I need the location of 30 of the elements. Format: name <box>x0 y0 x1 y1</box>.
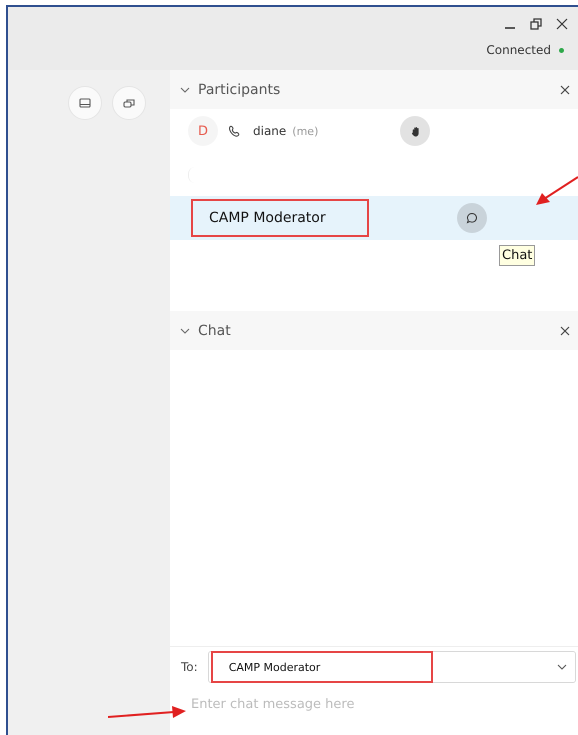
chat-icon <box>466 212 478 224</box>
to-label: To: <box>181 660 198 674</box>
screen-icon <box>79 97 91 109</box>
chat-button[interactable] <box>457 203 487 233</box>
avatar: D <box>188 116 218 146</box>
hand-icon <box>410 126 421 136</box>
close-icon[interactable] <box>560 84 570 94</box>
close-icon[interactable] <box>560 326 570 336</box>
chevron-icon <box>180 86 190 92</box>
phone-icon <box>228 124 241 138</box>
participant-name: diane <box>253 124 286 138</box>
participant-name: CAMP Moderator <box>191 199 369 237</box>
arrow-drawing <box>534 175 578 207</box>
windows-button[interactable] <box>112 86 146 120</box>
message-input[interactable]: Enter chat message here <box>181 683 578 712</box>
layout-button[interactable] <box>68 86 102 120</box>
connection-status: Connected <box>486 43 551 57</box>
panel-title: Participants <box>198 82 282 98</box>
chevron-icon <box>180 328 190 334</box>
windows-icon <box>123 97 135 109</box>
caret-icon <box>557 664 567 670</box>
panel-header[interactable]: Participants <box>170 70 578 109</box>
panel-header[interactable]: Chat <box>170 311 578 350</box>
tooltip: Chat <box>499 245 536 266</box>
close-icon[interactable] <box>556 18 568 30</box>
self-note: (me) <box>292 124 320 138</box>
restore-icon[interactable] <box>530 18 542 30</box>
panel-title: Chat <box>198 322 232 338</box>
raise-hand-button[interactable] <box>400 116 430 146</box>
recipient-select[interactable]: CAMP Moderator <box>208 651 576 683</box>
